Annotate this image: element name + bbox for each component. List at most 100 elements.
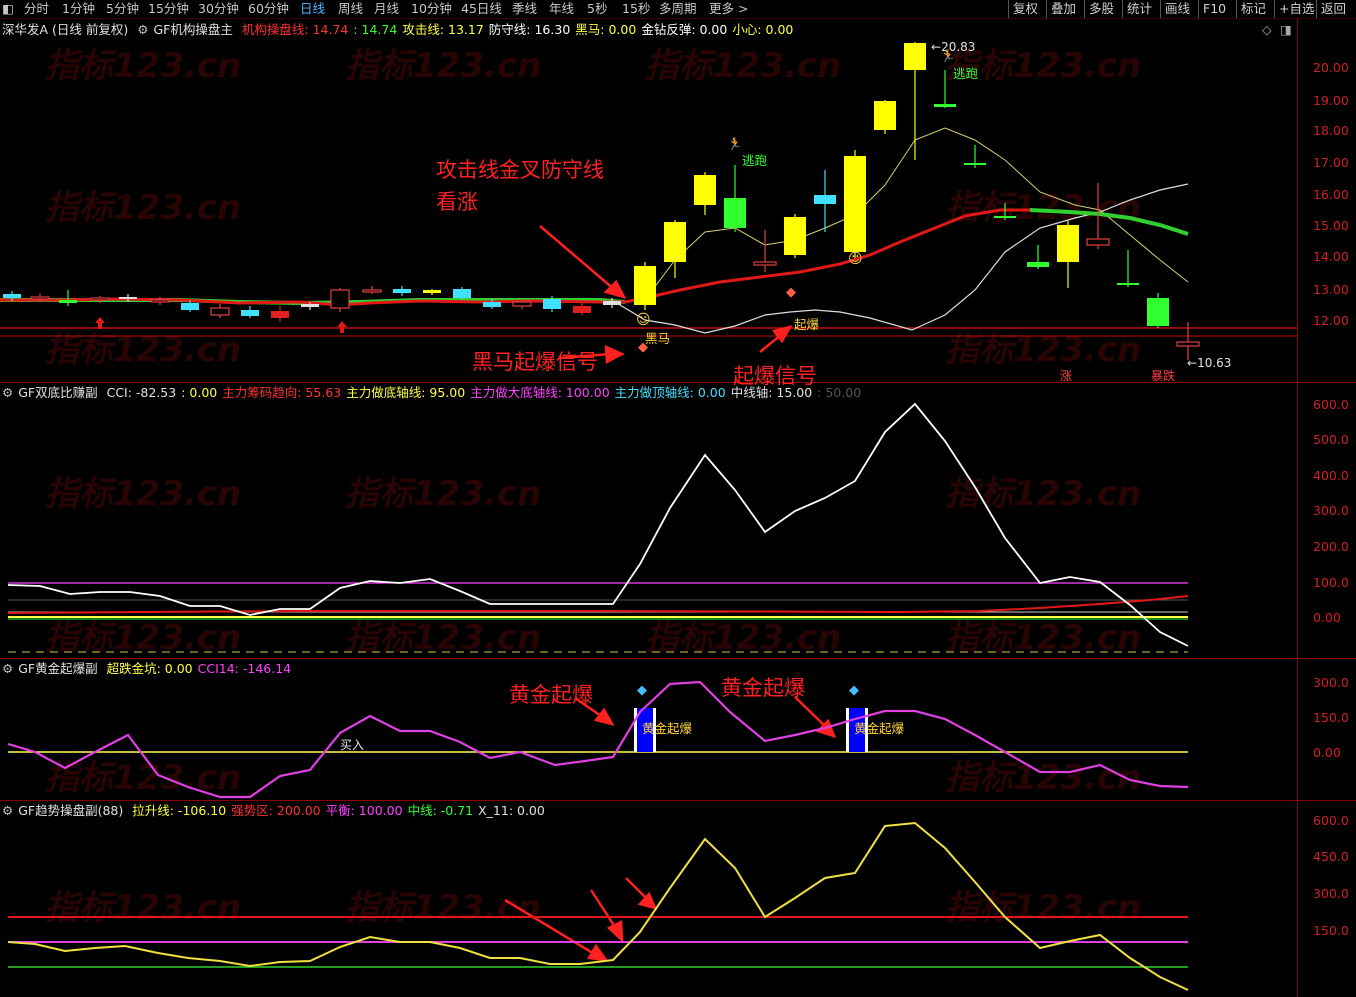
smiley-icon: ☺ (636, 312, 651, 328)
candle-body (1147, 298, 1169, 326)
candle-body (1176, 341, 1200, 347)
golden-drill-value: 金钻反弹: 0.00 (641, 22, 728, 37)
cci-tick: 200.0 (1313, 539, 1349, 554)
diamond-signal-icon: ◆ (638, 340, 648, 355)
candle-body (634, 266, 656, 305)
price-tick: 20.00 (1313, 60, 1349, 75)
low-price-label: ←10.63 (1187, 356, 1232, 370)
main-indicator-header: 深华发A (日线 前复权) ⚙ GF机构操盘主 机构操盘线: 14.74 : 14.… (2, 21, 798, 39)
price-tick: 14.00 (1313, 249, 1349, 264)
gold-indicator-name[interactable]: GF黄金起爆副 (18, 661, 97, 676)
panel-toggle-icon[interactable]: ◨ (1280, 21, 1292, 39)
cci-value: CCI: -82.53 (106, 385, 177, 400)
candle-body (603, 301, 621, 305)
candle-body (362, 289, 382, 293)
candle-body (904, 43, 926, 70)
indicator-gear-icon[interactable]: ⚙ (2, 661, 13, 676)
candle-body (423, 290, 441, 293)
candle-body (59, 300, 77, 303)
gold-tick: 0.00 (1313, 745, 1341, 760)
indicator-gear-icon[interactable]: ⚙ (137, 22, 148, 37)
cci-tick: 600.0 (1313, 397, 1349, 412)
diamond-signal-icon: ◆ (637, 683, 647, 698)
gold-panel-header: ⚙ GF黄金起爆副 超跌金坑: 0.00 CCI14: -146.14 (2, 660, 296, 678)
candle-body (994, 216, 1016, 218)
chart-canvas (0, 42, 1297, 991)
runner-icon: 🏃 (727, 136, 743, 151)
candle-body (483, 302, 501, 307)
gold-tick: 150.0 (1313, 710, 1349, 725)
diamond-icon[interactable]: ◇ (1262, 21, 1272, 39)
crash-tag: 暴跌 (1151, 369, 1176, 383)
trend-tick: 300.0 (1313, 886, 1349, 901)
institution-line-value: 机构操盘线: 14.74 (241, 22, 349, 37)
candle-body (934, 104, 956, 107)
chip-trend-value: 主力筹码趋向: 55.63 (222, 385, 342, 400)
cci-tick: 100.0 (1313, 575, 1349, 590)
price-tick: 18.00 (1313, 123, 1349, 138)
extra-value: : 50.00 (817, 385, 862, 400)
annotation-golden-burst-1: 黄金起爆 (509, 683, 593, 707)
indicator-name[interactable]: GF机构操盘主 (153, 22, 232, 37)
trend-tick: 600.0 (1313, 813, 1349, 828)
price-tick: 13.00 (1313, 282, 1349, 297)
indicator-gear-icon[interactable]: ⚙ (2, 385, 13, 400)
candle-body (181, 303, 199, 310)
annotation-bullish: 看涨 (436, 190, 478, 214)
diamond-signal-icon: ◆ (849, 683, 859, 698)
price-tick: 15.00 (1313, 218, 1349, 233)
trend-panel-header: ⚙ GF趋势操盘副(88) 拉升线: -106.10 强势区: 200.00 平衡: … (2, 802, 550, 820)
candle-body (1057, 225, 1079, 262)
candle-body (30, 296, 50, 300)
stock-name[interactable]: 深华发A (日线 前复权) (2, 22, 128, 37)
candle-body (543, 299, 561, 309)
cci-panel-header: ⚙ GF双底比赚副 CCI: -82.53: 0.00 主力筹码趋向: 55.63 主… (2, 384, 866, 402)
candle-body (119, 297, 137, 299)
candle-body (301, 304, 319, 307)
annotation-golden-burst-2: 黄金起爆 (721, 676, 805, 700)
candle-body (694, 175, 716, 205)
gold-burst-label: 黄金起爆 (642, 721, 693, 736)
buy-label: 买入 (340, 738, 365, 752)
cci-tick: 0.00 (1313, 610, 1341, 625)
qibao-label: 起爆 (794, 317, 820, 332)
candle-body (393, 289, 411, 293)
heima-label: 黑马 (645, 331, 671, 346)
price-tick: 17.00 (1313, 155, 1349, 170)
candle-body (724, 198, 746, 228)
candle-body (664, 222, 686, 262)
institution-line-red (0, 208, 1030, 307)
candle-body (1117, 283, 1139, 285)
institution-line-value-2: : 14.74 (353, 22, 398, 37)
candle-body (844, 156, 866, 252)
midline-axis-value: 中线轴: 15.00 (730, 385, 813, 400)
indicator-gear-icon[interactable]: ⚙ (2, 803, 13, 818)
candles-left (3, 286, 621, 322)
candle-body (1086, 238, 1110, 246)
price-tick: 12.00 (1313, 313, 1349, 328)
cci-indicator-name[interactable]: GF双底比赚副 (18, 385, 97, 400)
rise-tag: 涨 (1060, 369, 1073, 383)
defense-line-value: 防守线: 16.30 (488, 22, 571, 37)
candle-body (330, 289, 350, 309)
price-tick: 16.00 (1313, 187, 1349, 202)
cci-tick: 400.0 (1313, 468, 1349, 483)
gold-burst-label: 黄金起爆 (854, 721, 905, 736)
cci14-line (7, 680, 1189, 799)
attack-line-value: 攻击线: 13.17 (402, 22, 484, 37)
candle-body (512, 301, 532, 307)
candle-body (3, 294, 21, 298)
diamond-signal-icon: ◆ (786, 285, 796, 300)
candle-body (210, 307, 230, 316)
candle-body (241, 310, 259, 316)
candle-body (573, 306, 591, 313)
annotation-heima-signal: 黑马起爆信号 (472, 350, 598, 374)
trend-indicator-name[interactable]: GF趋势操盘副(88) (18, 803, 123, 818)
gold-tick: 300.0 (1313, 675, 1349, 690)
candle-body (271, 311, 289, 318)
candle-body (90, 297, 110, 301)
candle-body (814, 195, 836, 204)
annotation-golden-cross: 攻击线金叉防守线 (436, 158, 604, 182)
candles-right (634, 42, 1200, 360)
strong-zone-value: 强势区: 200.00 (231, 803, 321, 818)
